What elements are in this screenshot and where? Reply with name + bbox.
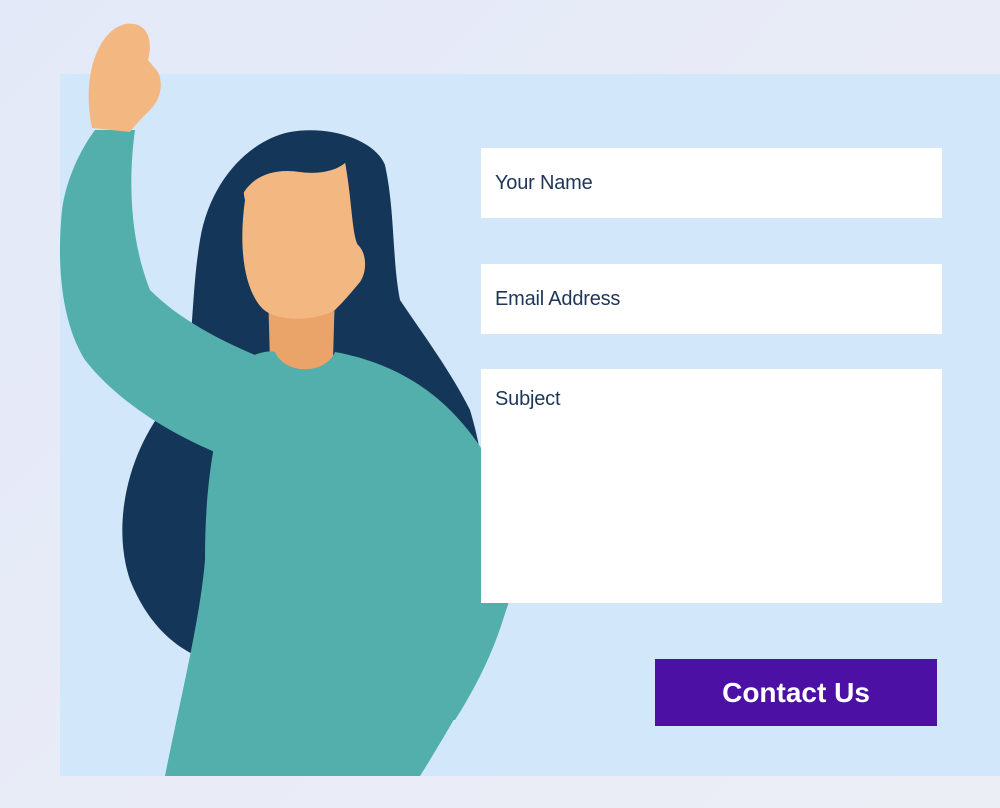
name-field[interactable]: Your Name (481, 148, 942, 218)
contact-us-button[interactable]: Contact Us (655, 659, 937, 726)
email-field[interactable]: Email Address (481, 264, 942, 334)
subject-field-placeholder: Subject (495, 388, 561, 410)
email-field-placeholder: Email Address (495, 287, 621, 310)
subject-field[interactable]: Subject (481, 369, 942, 603)
name-field-placeholder: Your Name (495, 171, 593, 194)
